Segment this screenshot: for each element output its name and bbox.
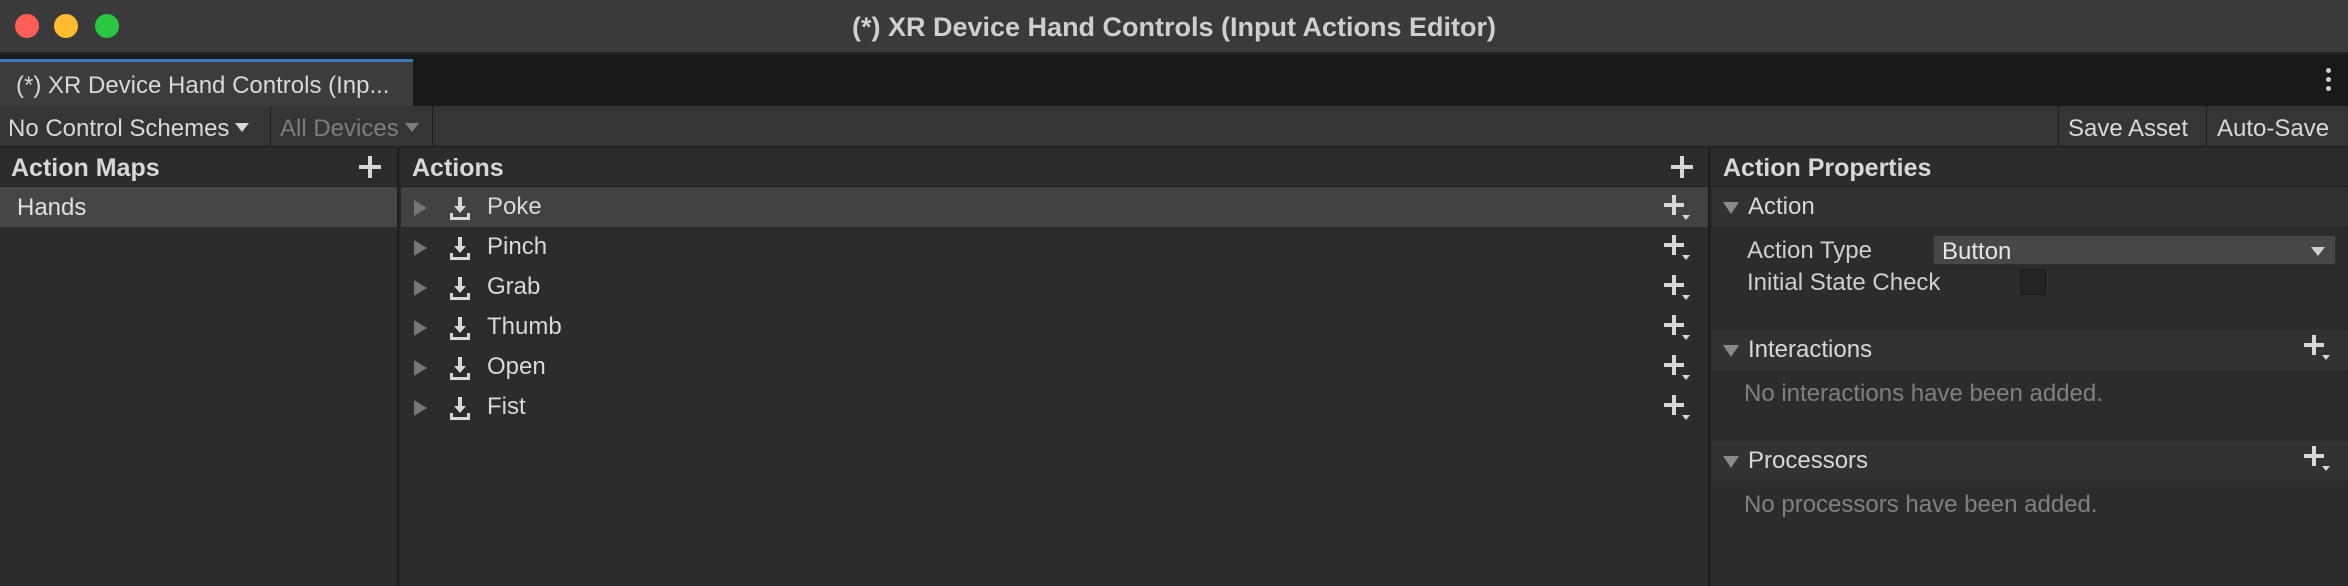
expand-arrow-icon[interactable] xyxy=(414,240,427,256)
plus-dropdown-icon[interactable] xyxy=(1664,235,1692,261)
action-section-foldout[interactable]: Action xyxy=(1712,187,2348,227)
window-titlebar: (*) XR Device Hand Controls (Input Actio… xyxy=(0,0,2348,53)
add-interaction-icon[interactable] xyxy=(2304,335,2332,361)
save-asset-button[interactable]: Save Asset xyxy=(2068,106,2188,147)
action-maps-title: Action Maps xyxy=(11,154,160,182)
action-label: Poke xyxy=(487,193,542,220)
action-label: Grab xyxy=(487,273,541,300)
expand-arrow-icon[interactable] xyxy=(414,200,427,216)
action-properties-title: Action Properties xyxy=(1723,154,1932,182)
action-properties-header: Action Properties xyxy=(1712,148,2348,187)
actions-panel: Actions Poke Pinch Grab Thumb Open Fist xyxy=(401,148,1710,586)
window-title: (*) XR Device Hand Controls (Input Actio… xyxy=(851,12,1497,42)
chevron-down-icon xyxy=(2311,247,2325,256)
control-schemes-dropdown[interactable]: No Control Schemes xyxy=(8,106,250,147)
action-row-poke[interactable]: Poke xyxy=(401,187,1708,227)
action-row-pinch[interactable]: Pinch xyxy=(401,227,1708,267)
more-options-icon[interactable] xyxy=(2326,68,2332,92)
action-label: Pinch xyxy=(487,233,548,260)
toolbar-divider xyxy=(270,106,271,147)
plus-dropdown-icon[interactable] xyxy=(1664,195,1692,221)
add-action-map-icon[interactable] xyxy=(359,156,381,178)
plus-dropdown-icon[interactable] xyxy=(1664,355,1692,381)
processors-section-foldout[interactable]: Processors xyxy=(1712,441,2348,481)
download-icon xyxy=(450,317,470,340)
interactions-empty-message: No interactions have been added. xyxy=(1744,380,2103,407)
action-map-item[interactable]: Hands xyxy=(0,187,397,227)
toolbar-divider xyxy=(2058,106,2059,147)
expand-arrow-icon[interactable] xyxy=(414,360,427,376)
action-properties-panel: Action Properties Action Action Type But… xyxy=(1712,148,2348,586)
initial-state-label: Initial State Check xyxy=(1747,269,1941,296)
action-type-label: Action Type xyxy=(1747,237,1872,264)
action-row-thumb[interactable]: Thumb xyxy=(401,307,1708,347)
plus-dropdown-icon[interactable] xyxy=(1664,275,1692,301)
action-row-grab[interactable]: Grab xyxy=(401,267,1708,307)
processors-empty-message: No processors have been added. xyxy=(1744,491,2098,518)
toolbar: No Control Schemes All Devices Save Asse… xyxy=(0,106,2348,147)
download-icon xyxy=(450,277,470,300)
initial-state-row: Initial State Check xyxy=(1712,267,2348,303)
plus-dropdown-icon[interactable] xyxy=(1664,395,1692,421)
collapse-arrow-icon xyxy=(1723,345,1739,357)
action-section-title: Action xyxy=(1748,193,1815,220)
action-type-row: Action Type Button xyxy=(1712,231,2348,267)
actions-header: Actions xyxy=(401,148,1708,187)
download-icon xyxy=(450,397,470,420)
expand-arrow-icon[interactable] xyxy=(414,400,427,416)
interactions-section-title: Interactions xyxy=(1748,336,1873,363)
toolbar-divider xyxy=(432,106,433,147)
download-icon xyxy=(450,357,470,380)
control-schemes-label: No Control Schemes xyxy=(8,115,230,142)
action-maps-header: Action Maps xyxy=(0,148,397,187)
add-action-icon[interactable] xyxy=(1671,156,1693,178)
toolbar-divider xyxy=(2206,106,2207,147)
processors-section-title: Processors xyxy=(1748,447,1869,474)
action-row-fist[interactable]: Fist xyxy=(401,387,1708,427)
devices-dropdown[interactable]: All Devices xyxy=(280,106,419,147)
collapse-arrow-icon xyxy=(1723,202,1739,214)
expand-arrow-icon[interactable] xyxy=(414,280,427,296)
action-type-value: Button xyxy=(1942,238,2012,265)
expand-arrow-icon[interactable] xyxy=(414,320,427,336)
collapse-arrow-icon xyxy=(1723,456,1739,468)
action-type-dropdown[interactable]: Button xyxy=(1933,235,2336,265)
auto-save-toggle[interactable]: Auto-Save xyxy=(2217,106,2329,147)
plus-dropdown-icon[interactable] xyxy=(1664,315,1692,341)
action-maps-panel: Action Maps Hands xyxy=(0,148,399,586)
chevron-down-icon xyxy=(404,123,419,133)
interactions-section-foldout[interactable]: Interactions xyxy=(1712,330,2348,370)
action-label: Thumb xyxy=(487,313,562,340)
editor-tab[interactable]: (*) XR Device Hand Controls (Inp... xyxy=(0,59,413,106)
download-icon xyxy=(450,197,470,220)
initial-state-checkbox[interactable] xyxy=(2020,269,2046,295)
tab-strip: (*) XR Device Hand Controls (Inp... xyxy=(0,54,2348,106)
action-row-open[interactable]: Open xyxy=(401,347,1708,387)
download-icon xyxy=(450,237,470,260)
actions-title: Actions xyxy=(412,154,504,182)
chevron-down-icon xyxy=(235,123,250,133)
action-label: Open xyxy=(487,353,546,380)
devices-label: All Devices xyxy=(280,115,399,142)
add-processor-icon[interactable] xyxy=(2304,446,2332,472)
action-label: Fist xyxy=(487,393,526,420)
